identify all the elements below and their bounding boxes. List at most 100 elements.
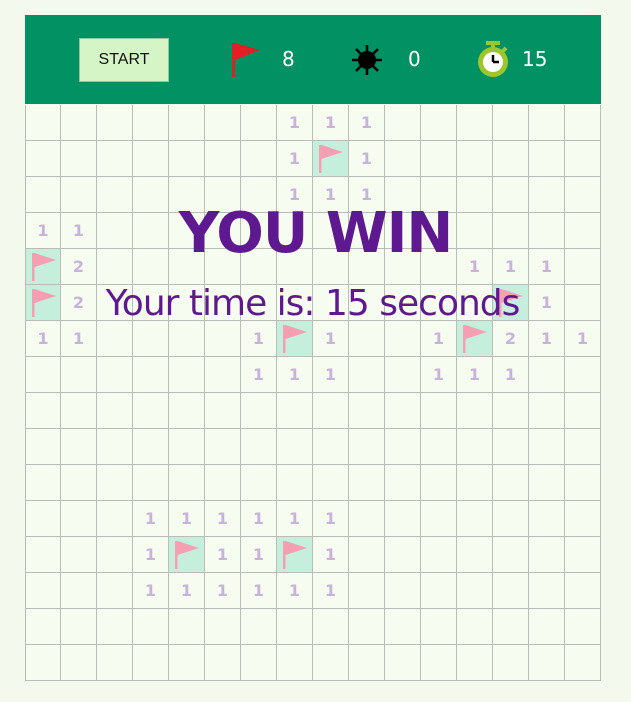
revealed-empty-cell[interactable] (529, 501, 565, 537)
revealed-empty-cell[interactable] (205, 645, 241, 681)
revealed-empty-cell[interactable] (421, 645, 457, 681)
number-cell[interactable]: 1 (313, 537, 349, 573)
revealed-empty-cell[interactable] (25, 501, 61, 537)
revealed-empty-cell[interactable] (205, 105, 241, 141)
revealed-empty-cell[interactable] (241, 141, 277, 177)
revealed-empty-cell[interactable] (205, 609, 241, 645)
revealed-empty-cell[interactable] (61, 573, 97, 609)
revealed-empty-cell[interactable] (493, 429, 529, 465)
revealed-empty-cell[interactable] (349, 465, 385, 501)
revealed-empty-cell[interactable] (61, 141, 97, 177)
revealed-empty-cell[interactable] (457, 537, 493, 573)
revealed-empty-cell[interactable] (25, 537, 61, 573)
revealed-empty-cell[interactable] (205, 429, 241, 465)
revealed-empty-cell[interactable] (25, 465, 61, 501)
revealed-empty-cell[interactable] (61, 357, 97, 393)
number-cell[interactable]: 1 (457, 357, 493, 393)
revealed-empty-cell[interactable] (97, 501, 133, 537)
revealed-empty-cell[interactable] (493, 141, 529, 177)
revealed-empty-cell[interactable] (421, 609, 457, 645)
revealed-empty-cell[interactable] (169, 393, 205, 429)
revealed-empty-cell[interactable] (349, 393, 385, 429)
revealed-empty-cell[interactable] (61, 429, 97, 465)
revealed-empty-cell[interactable] (61, 537, 97, 573)
revealed-empty-cell[interactable] (133, 645, 169, 681)
revealed-empty-cell[interactable] (205, 357, 241, 393)
revealed-empty-cell[interactable] (385, 429, 421, 465)
revealed-empty-cell[interactable] (385, 141, 421, 177)
number-cell[interactable]: 1 (205, 501, 241, 537)
revealed-empty-cell[interactable] (493, 105, 529, 141)
revealed-empty-cell[interactable] (313, 609, 349, 645)
revealed-empty-cell[interactable] (277, 609, 313, 645)
revealed-empty-cell[interactable] (61, 645, 97, 681)
number-cell[interactable]: 1 (277, 105, 313, 141)
number-cell[interactable]: 1 (133, 537, 169, 573)
revealed-empty-cell[interactable] (385, 501, 421, 537)
revealed-empty-cell[interactable] (529, 105, 565, 141)
revealed-empty-cell[interactable] (565, 609, 601, 645)
revealed-empty-cell[interactable] (421, 105, 457, 141)
revealed-empty-cell[interactable] (313, 393, 349, 429)
revealed-empty-cell[interactable] (241, 609, 277, 645)
revealed-empty-cell[interactable] (277, 393, 313, 429)
revealed-empty-cell[interactable] (565, 537, 601, 573)
revealed-empty-cell[interactable] (529, 141, 565, 177)
revealed-empty-cell[interactable] (457, 429, 493, 465)
revealed-empty-cell[interactable] (421, 429, 457, 465)
revealed-empty-cell[interactable] (205, 141, 241, 177)
revealed-empty-cell[interactable] (25, 393, 61, 429)
revealed-empty-cell[interactable] (61, 609, 97, 645)
revealed-empty-cell[interactable] (25, 105, 61, 141)
revealed-empty-cell[interactable] (133, 393, 169, 429)
revealed-empty-cell[interactable] (457, 501, 493, 537)
revealed-empty-cell[interactable] (133, 465, 169, 501)
revealed-empty-cell[interactable] (457, 573, 493, 609)
number-cell[interactable]: 1 (133, 573, 169, 609)
revealed-empty-cell[interactable] (421, 537, 457, 573)
number-cell[interactable]: 1 (169, 573, 205, 609)
revealed-empty-cell[interactable] (97, 537, 133, 573)
revealed-empty-cell[interactable] (97, 105, 133, 141)
number-cell[interactable]: 1 (277, 141, 313, 177)
revealed-empty-cell[interactable] (457, 465, 493, 501)
start-button[interactable]: START (79, 38, 169, 82)
revealed-empty-cell[interactable] (97, 393, 133, 429)
number-cell[interactable]: 1 (241, 501, 277, 537)
number-cell[interactable]: 1 (205, 573, 241, 609)
revealed-empty-cell[interactable] (421, 393, 457, 429)
revealed-empty-cell[interactable] (133, 141, 169, 177)
revealed-empty-cell[interactable] (565, 357, 601, 393)
number-cell[interactable]: 1 (205, 537, 241, 573)
revealed-empty-cell[interactable] (529, 645, 565, 681)
revealed-empty-cell[interactable] (169, 609, 205, 645)
revealed-empty-cell[interactable] (385, 609, 421, 645)
revealed-empty-cell[interactable] (277, 645, 313, 681)
revealed-empty-cell[interactable] (349, 501, 385, 537)
number-cell[interactable]: 1 (169, 501, 205, 537)
revealed-empty-cell[interactable] (25, 429, 61, 465)
number-cell[interactable]: 1 (241, 357, 277, 393)
revealed-empty-cell[interactable] (205, 393, 241, 429)
number-cell[interactable]: 1 (493, 357, 529, 393)
revealed-empty-cell[interactable] (565, 465, 601, 501)
number-cell[interactable]: 1 (421, 357, 457, 393)
revealed-empty-cell[interactable] (385, 393, 421, 429)
revealed-empty-cell[interactable] (493, 465, 529, 501)
revealed-empty-cell[interactable] (133, 429, 169, 465)
revealed-empty-cell[interactable] (313, 429, 349, 465)
revealed-empty-cell[interactable] (25, 141, 61, 177)
number-cell[interactable]: 1 (277, 357, 313, 393)
revealed-empty-cell[interactable] (349, 429, 385, 465)
number-cell[interactable]: 1 (277, 501, 313, 537)
revealed-empty-cell[interactable] (385, 573, 421, 609)
revealed-empty-cell[interactable] (97, 465, 133, 501)
revealed-empty-cell[interactable] (421, 573, 457, 609)
revealed-empty-cell[interactable] (565, 429, 601, 465)
revealed-empty-cell[interactable] (385, 645, 421, 681)
revealed-empty-cell[interactable] (385, 537, 421, 573)
revealed-empty-cell[interactable] (421, 465, 457, 501)
revealed-empty-cell[interactable] (493, 573, 529, 609)
revealed-empty-cell[interactable] (457, 645, 493, 681)
revealed-empty-cell[interactable] (61, 393, 97, 429)
